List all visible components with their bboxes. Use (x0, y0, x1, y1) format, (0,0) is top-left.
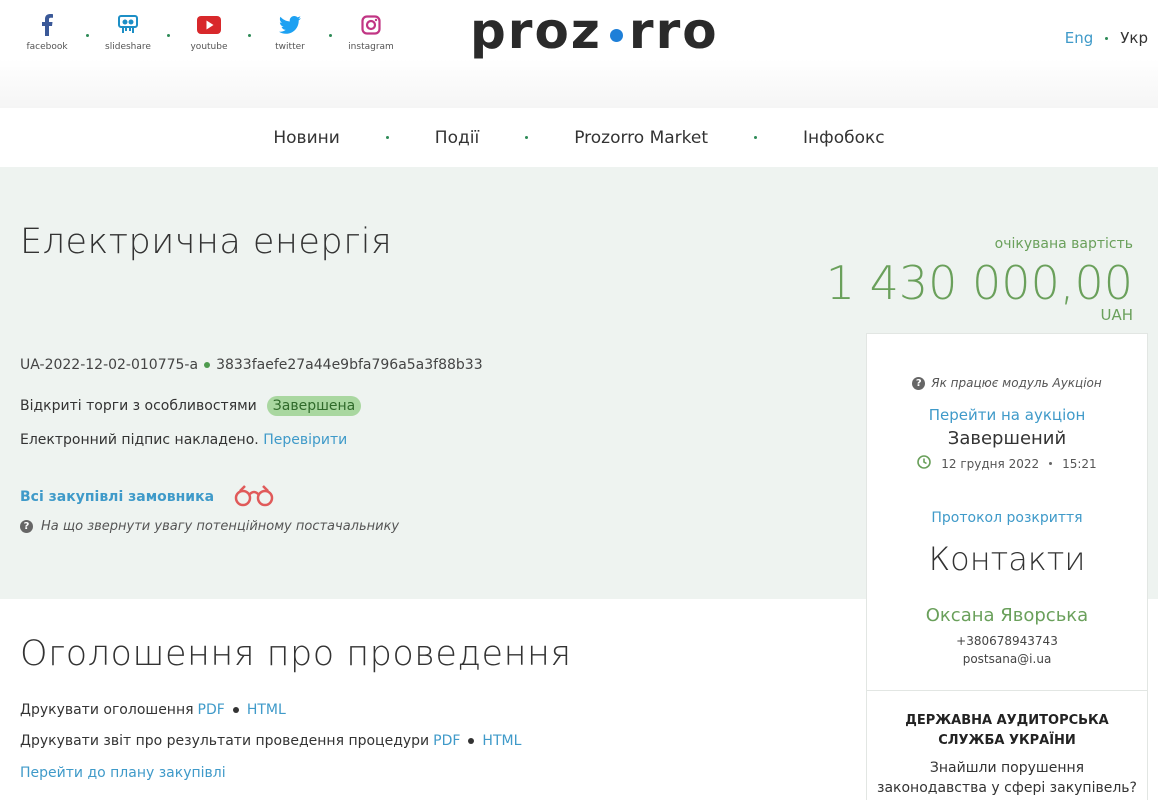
supplier-note-text: На що звернути увагу потенційному постач… (41, 519, 400, 534)
slideshare-icon (117, 8, 139, 42)
tender-title: Електрична енергія (20, 222, 393, 262)
print-notice-pdf-link[interactable]: PDF (198, 702, 225, 718)
social-slideshare[interactable]: slideshare (93, 8, 163, 52)
violation-line-1: Знайшли порушення (929, 760, 1085, 776)
separator-dot (468, 738, 475, 744)
expected-value-label: очікувана вартість (994, 236, 1133, 252)
separator-dot (232, 707, 239, 713)
contact-name: Оксана Яворська (925, 605, 1089, 626)
procedure-row: Відкриті торги з особливостями Завершена (20, 396, 362, 416)
violation-question: Знайшли порушення законодавства у сфері … (867, 758, 1147, 798)
separator-dot (1105, 36, 1109, 40)
logo-text-left: proz (470, 2, 602, 60)
auction-time: 15:21 (1062, 456, 1097, 471)
auction-date: 12 грудня 2022 (941, 456, 1040, 471)
audit-service-title: ДЕРЖАВНА АУДИТОРСЬКА СЛУЖБА УКРАЇНИ (867, 711, 1147, 751)
auction-datetime: 12 грудня 2022 15:21 (867, 455, 1147, 472)
social-label: slideshare (105, 42, 151, 52)
auction-help-text: Як працює модуль Аукціон (931, 376, 1102, 390)
print-report-row: Друкувати звіт про результати проведення… (20, 733, 521, 749)
announcement-title: Оголошення про проведення (20, 634, 572, 674)
site-header: facebook slideshare youtube twitter inst… (0, 0, 1158, 108)
social-label: twitter (275, 42, 305, 52)
procedure-type: Відкриті торги з особливостями (20, 398, 257, 414)
twitter-icon (279, 8, 301, 42)
social-links: facebook slideshare youtube twitter inst… (12, 8, 406, 52)
status-badge: Завершена (266, 396, 362, 416)
question-icon: ? (912, 376, 926, 390)
social-label: youtube (190, 42, 228, 52)
social-youtube[interactable]: youtube (174, 8, 244, 52)
signature-row: Електронний підпис накладено. Перевірити (20, 432, 347, 448)
audit-line-1: ДЕРЖАВНА АУДИТОРСЬКА (905, 713, 1109, 728)
print-notice-html-link[interactable]: HTML (247, 702, 286, 718)
logo-dot-icon (609, 28, 623, 42)
logo-text-right: rro (628, 2, 719, 60)
separator-dot (248, 34, 251, 37)
go-to-auction-link[interactable]: Перейти на аукціон (867, 406, 1147, 424)
separator-dot (329, 34, 332, 37)
nav-item-infobox[interactable]: Інфобокс (757, 128, 931, 148)
nav-item-news[interactable]: Новини (227, 128, 385, 148)
nav-item-events[interactable]: Події (389, 128, 525, 148)
auction-status: Завершений (947, 428, 1067, 449)
tender-identifiers: UA-2022-12-02-010775-a 3833faefe27a44e9b… (20, 357, 483, 373)
main-nav: Новини Події Prozorro Market Інфобокс (0, 108, 1158, 167)
verify-signature-link[interactable]: Перевірити (263, 432, 347, 448)
contact-email: postsana@i.ua (962, 652, 1052, 666)
expected-value: 1 430 000,00 (825, 256, 1133, 310)
nav-item-market[interactable]: Prozorro Market (528, 128, 754, 148)
social-label: instagram (348, 42, 394, 52)
print-notice-row: Друкувати оголошення PDF HTML (20, 702, 286, 718)
contact-phone: +380678943743 (956, 634, 1058, 648)
tender-hash: 3833faefe27a44e9bfa796a5a3f88b33 (216, 357, 483, 373)
divider (867, 690, 1147, 691)
clock-icon (917, 455, 932, 472)
social-label: facebook (26, 42, 68, 52)
separator-dot (204, 362, 211, 368)
print-report-label: Друкувати звіт про результати проведення… (20, 733, 430, 749)
prozorro-logo[interactable]: proz rro (470, 2, 719, 60)
youtube-icon (197, 8, 221, 42)
lang-eng-link[interactable]: Eng (1065, 29, 1094, 47)
question-icon: ? (20, 520, 33, 533)
currency: UAH (1100, 306, 1133, 324)
facebook-icon (40, 8, 54, 42)
print-report-html-link[interactable]: HTML (482, 733, 521, 749)
opening-protocol-link[interactable]: Протокол розкриття (867, 510, 1147, 526)
binoculars-icon[interactable] (232, 483, 278, 511)
procurement-plan-link[interactable]: Перейти до плану закупівлі (20, 765, 226, 781)
instagram-icon (361, 8, 381, 42)
separator-dot (1049, 462, 1053, 465)
separator-dot (86, 34, 89, 37)
tender-id: UA-2022-12-02-010775-a (20, 357, 199, 373)
all-buyer-procurements: Всі закупівлі замовника (20, 483, 278, 511)
all-buyer-link[interactable]: Всі закупівлі замовника (20, 489, 214, 505)
social-instagram[interactable]: instagram (336, 8, 406, 52)
auction-help[interactable]: ? Як працює модуль Аукціон (867, 376, 1147, 390)
contacts-title: Контакти (928, 540, 1086, 578)
lang-ukr-current[interactable]: Укр (1120, 29, 1148, 47)
supplier-note[interactable]: ? На що звернути увагу потенційному пост… (20, 519, 399, 534)
signature-text: Електронний підпис накладено. (20, 432, 259, 448)
audit-line-2: СЛУЖБА УКРАЇНИ (938, 733, 1076, 748)
language-switcher: Eng Укр (1065, 29, 1148, 47)
social-twitter[interactable]: twitter (255, 8, 325, 52)
separator-dot (167, 34, 170, 37)
violation-line-2: законодавства у сфері закупівель? (877, 780, 1137, 796)
print-notice-label: Друкувати оголошення (20, 702, 194, 718)
side-panel: ? Як працює модуль Аукціон Перейти на ау… (866, 333, 1148, 800)
print-report-pdf-link[interactable]: PDF (433, 733, 460, 749)
social-facebook[interactable]: facebook (12, 8, 82, 52)
